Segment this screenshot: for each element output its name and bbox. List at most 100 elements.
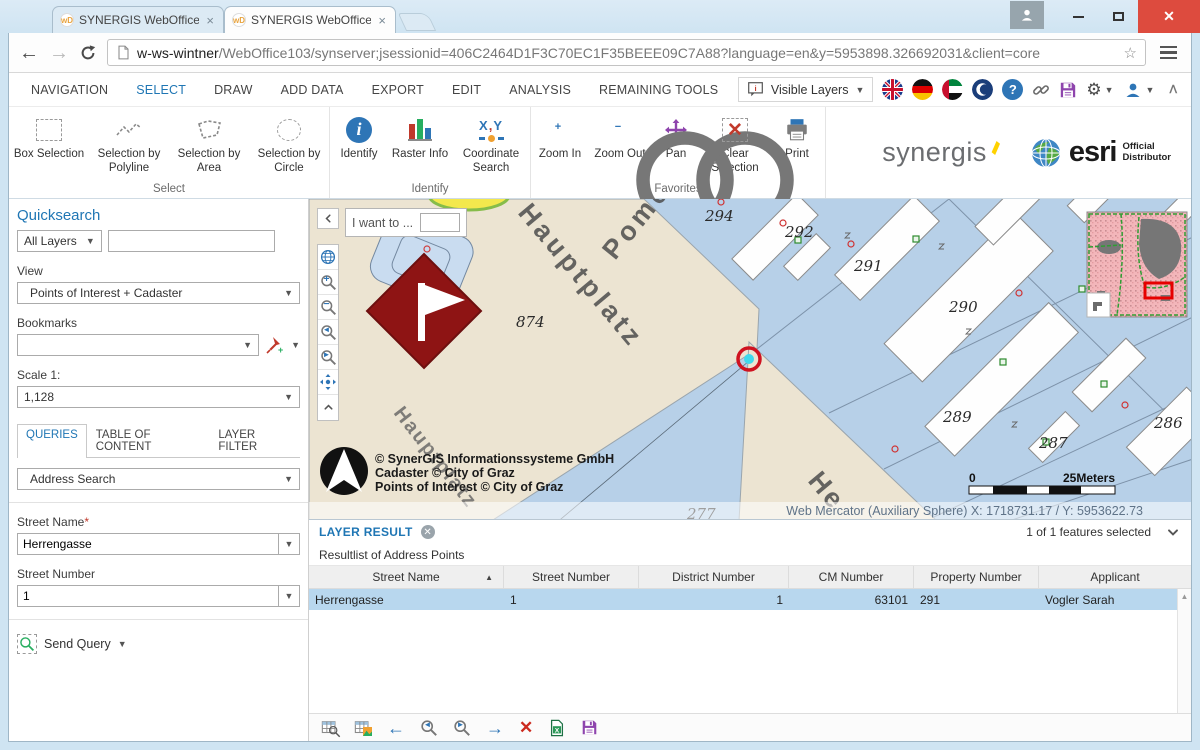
forward-icon[interactable]: → bbox=[49, 43, 69, 63]
language-english-icon[interactable] bbox=[882, 79, 903, 100]
ribbon-group-select: Box Selection Selection by Polyline bbox=[9, 107, 330, 198]
bookmarks-select[interactable]: ▼ bbox=[17, 334, 259, 356]
selection-count: 1 of 1 features selected bbox=[1026, 525, 1151, 539]
zoom-in-button[interactable]: + Zoom In bbox=[531, 112, 589, 162]
map-zoom-out-button[interactable]: − bbox=[318, 295, 338, 320]
tab-table-of-content[interactable]: TABLE OF CONTENT bbox=[87, 424, 210, 457]
layer-result-panel: LAYER RESULT ✕ 1 of 1 features selected … bbox=[309, 519, 1191, 741]
collapse-ribbon-icon[interactable]: ᐱ bbox=[1163, 83, 1183, 96]
browser-tab-web[interactable]: wD SYNERGIS WebOffice Web × bbox=[224, 6, 396, 33]
send-query-button[interactable]: Send Query ▼ bbox=[17, 634, 300, 654]
menu-edit[interactable]: EDIT bbox=[438, 83, 495, 97]
next-extent-button[interactable]: ► bbox=[318, 345, 338, 370]
overview-map bbox=[1087, 212, 1187, 317]
maximize-button[interactable] bbox=[1098, 0, 1138, 33]
column-header[interactable]: Applicant bbox=[1039, 566, 1191, 588]
column-header[interactable]: District Number bbox=[639, 566, 789, 588]
scale-select[interactable]: 1,128▼ bbox=[17, 386, 300, 408]
tab-queries[interactable]: QUERIES bbox=[17, 424, 87, 458]
menubar-right-tools: i Visible Layers ▼ bbox=[738, 77, 1183, 102]
language-arabic-icon[interactable] bbox=[942, 79, 963, 100]
result-scrollbar[interactable]: ▲ bbox=[1177, 589, 1191, 713]
collapse-panel-icon[interactable] bbox=[1165, 524, 1181, 540]
new-tab-button[interactable] bbox=[398, 13, 436, 31]
street-name-dropdown-button[interactable]: ▼ bbox=[278, 533, 300, 555]
map-toolbar-collapse-button[interactable] bbox=[318, 395, 338, 420]
column-header[interactable]: Property Number bbox=[914, 566, 1039, 588]
link-icon[interactable] bbox=[1032, 81, 1050, 99]
box-selection-button[interactable]: Box Selection bbox=[9, 112, 89, 162]
reload-icon[interactable] bbox=[79, 44, 97, 62]
ribbon-toolbar: Box Selection Selection by Polyline bbox=[9, 107, 1191, 199]
menu-select[interactable]: SELECT bbox=[122, 83, 200, 97]
close-result-icon[interactable]: ✕ bbox=[421, 525, 435, 539]
quicksearch-input[interactable] bbox=[108, 230, 275, 252]
full-extent-button[interactable] bbox=[318, 245, 338, 270]
tab-layer-filter[interactable]: LAYER FILTER bbox=[209, 424, 300, 457]
menu-export[interactable]: EXPORT bbox=[358, 83, 438, 97]
menu-remaining-tools[interactable]: REMAINING TOOLS bbox=[585, 83, 732, 97]
tab-close-icon[interactable]: × bbox=[376, 14, 388, 27]
address-bar[interactable]: w-ws-wintner/WebOffice103/synserver;jses… bbox=[107, 39, 1146, 66]
zoom-to-result-button[interactable] bbox=[321, 719, 339, 737]
menu-navigation[interactable]: NAVIGATION bbox=[17, 83, 122, 97]
menu-analysis[interactable]: ANALYSIS bbox=[495, 83, 585, 97]
close-button[interactable]: ✕ bbox=[1138, 0, 1200, 33]
user-dropdown[interactable]: ▼ bbox=[1123, 80, 1155, 100]
column-header[interactable]: Street Number bbox=[504, 566, 639, 588]
selection-by-area-button[interactable]: Selection by Area bbox=[169, 112, 249, 176]
bookmark-star-icon[interactable]: ☆ bbox=[1124, 44, 1137, 62]
street-number-input[interactable] bbox=[17, 585, 278, 607]
send-query-caret[interactable]: ▼ bbox=[118, 639, 127, 649]
scale-label: Scale 1: bbox=[17, 368, 300, 382]
quicksearch-layer-select[interactable]: All Layers▼ bbox=[17, 230, 102, 252]
remove-result-button[interactable]: ✕ bbox=[519, 719, 533, 736]
selection-by-polyline-button[interactable]: Selection by Polyline bbox=[89, 112, 169, 176]
visible-layers-dropdown[interactable]: i Visible Layers ▼ bbox=[738, 77, 874, 102]
table-row[interactable]: Herrengasse 1 1 63101 291 Vogler Sarah bbox=[309, 589, 1191, 610]
save-session-icon[interactable] bbox=[1059, 81, 1077, 99]
identify-button[interactable]: i Identify bbox=[330, 112, 388, 162]
zoom-next-feature-button[interactable]: ► bbox=[453, 719, 471, 737]
tab-close-icon[interactable]: × bbox=[204, 14, 216, 27]
quicksearch-icon[interactable] bbox=[281, 231, 300, 251]
street-number-dropdown-button[interactable]: ▼ bbox=[278, 585, 300, 607]
browser-menu-icon[interactable] bbox=[1156, 42, 1181, 64]
coordinate-search-button[interactable]: X,Y Coordinate Search bbox=[452, 112, 530, 176]
map-canvas[interactable]: Hauptplatz Hauptplatz Pomer He 874 294 2… bbox=[309, 199, 1191, 519]
result-map-tips-button[interactable] bbox=[354, 719, 372, 737]
map-panel-collapse-button[interactable] bbox=[317, 208, 339, 229]
language-german-icon[interactable] bbox=[912, 79, 933, 100]
map-zoom-in-button[interactable]: + bbox=[318, 270, 338, 295]
raster-info-button[interactable]: Raster Info bbox=[388, 112, 452, 162]
selection-by-circle-button[interactable]: Selection by Circle bbox=[249, 112, 329, 176]
view-select[interactable]: Points of Interest + Cadaster▼ bbox=[17, 282, 300, 304]
layer-result-tab[interactable]: LAYER RESULT bbox=[319, 525, 413, 539]
menu-add-data[interactable]: ADD DATA bbox=[267, 83, 358, 97]
result-table-body: Herrengasse 1 1 63101 291 Vogler Sarah ▲ bbox=[309, 589, 1191, 713]
polyline-icon bbox=[114, 119, 144, 141]
i-want-to-input[interactable] bbox=[420, 213, 460, 232]
query-select[interactable]: Address Search▼ bbox=[17, 468, 300, 490]
i-want-to-box[interactable]: I want to ... bbox=[345, 208, 467, 237]
previous-feature-button[interactable]: ← bbox=[387, 719, 405, 737]
column-header[interactable]: Street Name▲ bbox=[309, 566, 504, 588]
minimize-button[interactable] bbox=[1058, 0, 1098, 33]
map-toolbar: + − ◄ ► bbox=[317, 244, 339, 421]
back-icon[interactable]: ← bbox=[19, 43, 39, 63]
settings-dropdown[interactable]: ⚙ ▼ bbox=[1086, 81, 1113, 98]
street-name-input[interactable] bbox=[17, 533, 278, 555]
identify-info-icon: i bbox=[346, 117, 372, 143]
menu-draw[interactable]: DRAW bbox=[200, 83, 267, 97]
previous-extent-button[interactable]: ◄ bbox=[318, 320, 338, 345]
language-crescent-icon[interactable] bbox=[972, 79, 993, 100]
center-map-button[interactable] bbox=[318, 370, 338, 395]
browser-tab-admin[interactable]: wD SYNERGIS WebOffice Adm × bbox=[52, 6, 224, 33]
save-result-button[interactable] bbox=[581, 719, 598, 736]
export-excel-button[interactable] bbox=[548, 719, 566, 737]
zoom-previous-feature-button[interactable]: ◄ bbox=[420, 719, 438, 737]
help-icon[interactable]: ? bbox=[1002, 79, 1023, 100]
profile-button[interactable] bbox=[1010, 1, 1044, 29]
column-header[interactable]: CM Number bbox=[789, 566, 914, 588]
next-feature-button[interactable]: → bbox=[486, 719, 504, 737]
